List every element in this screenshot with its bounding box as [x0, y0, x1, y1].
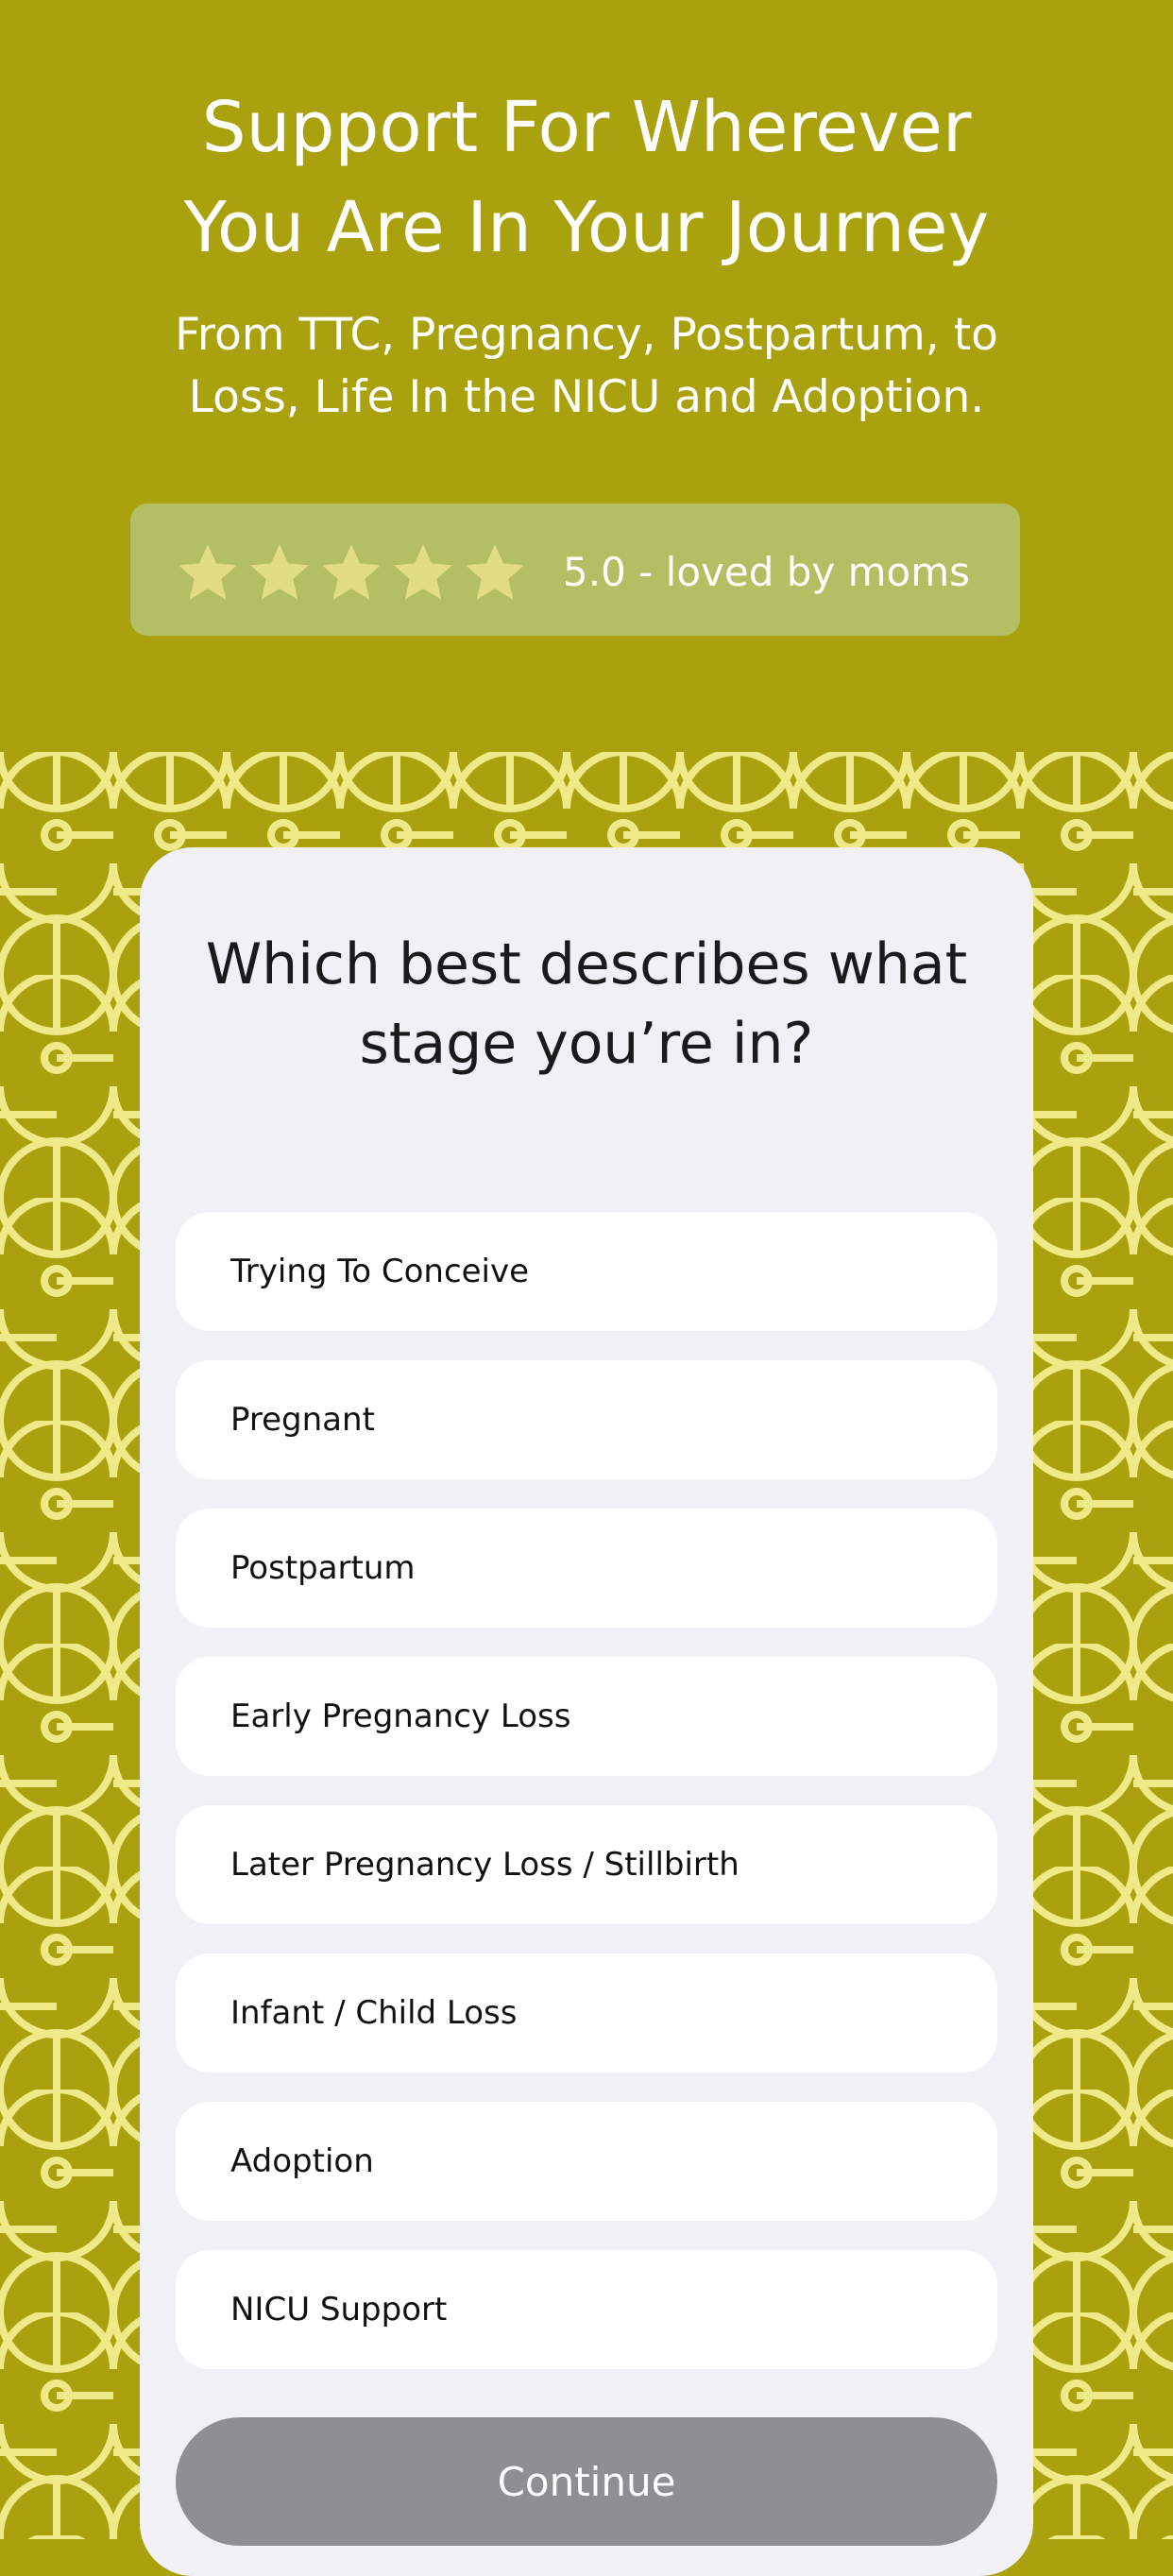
hero-section: Support For Wherever You Are In Your Jou… — [0, 0, 1173, 752]
hero-title-line-1: Support For Wherever — [201, 87, 972, 168]
hero-title: Support For Wherever You Are In Your Jou… — [0, 77, 1173, 278]
rating-text: 5.0 - loved by moms — [563, 549, 970, 595]
question-title: Which best describes what stage you’re i… — [140, 925, 1033, 1083]
quiz-card: Which best describes what stage you’re i… — [140, 847, 1033, 2576]
option-label: Pregnant — [230, 1401, 375, 1439]
star-rating — [174, 539, 529, 606]
option-early-pregnancy-loss[interactable]: Early Pregnancy Loss — [176, 1657, 997, 1776]
hero-subtitle-line-2: Loss, Life In the NICU and Adoption. — [188, 371, 985, 423]
option-trying-to-conceive[interactable]: Trying To Conceive — [176, 1212, 997, 1331]
hero-subtitle: From TTC, Pregnancy, Postpartum, to Loss… — [0, 304, 1173, 429]
rating-badge: 5.0 - loved by moms — [130, 503, 1020, 636]
star-icon — [466, 544, 524, 600]
star-icon — [250, 544, 309, 600]
continue-button[interactable]: Continue — [176, 2417, 997, 2546]
option-label: Trying To Conceive — [230, 1253, 530, 1290]
option-adoption[interactable]: Adoption — [176, 2102, 997, 2221]
star-icon — [178, 544, 237, 600]
option-label: Postpartum — [230, 1549, 416, 1587]
options-list: Trying To Conceive Pregnant Postpartum E… — [176, 1212, 997, 2369]
option-infant-child-loss[interactable]: Infant / Child Loss — [176, 1953, 997, 2073]
hero-subtitle-line-1: From TTC, Pregnancy, Postpartum, to — [175, 309, 998, 361]
star-icon — [322, 544, 381, 600]
option-nicu-support[interactable]: NICU Support — [176, 2250, 997, 2369]
option-label: NICU Support — [230, 2291, 448, 2329]
option-pregnant[interactable]: Pregnant — [176, 1360, 997, 1479]
star-icon — [394, 544, 452, 600]
question-line-2: stage you’re in? — [359, 1011, 814, 1077]
question-line-1: Which best describes what — [205, 931, 968, 998]
option-label: Early Pregnancy Loss — [230, 1697, 571, 1735]
option-postpartum[interactable]: Postpartum — [176, 1509, 997, 1628]
option-label: Later Pregnancy Loss / Stillbirth — [230, 1846, 740, 1884]
option-label: Adoption — [230, 2142, 374, 2180]
option-label: Infant / Child Loss — [230, 1994, 518, 2032]
hero-title-line-2: You Are In Your Journey — [183, 187, 990, 268]
option-later-pregnancy-loss[interactable]: Later Pregnancy Loss / Stillbirth — [176, 1805, 997, 1924]
